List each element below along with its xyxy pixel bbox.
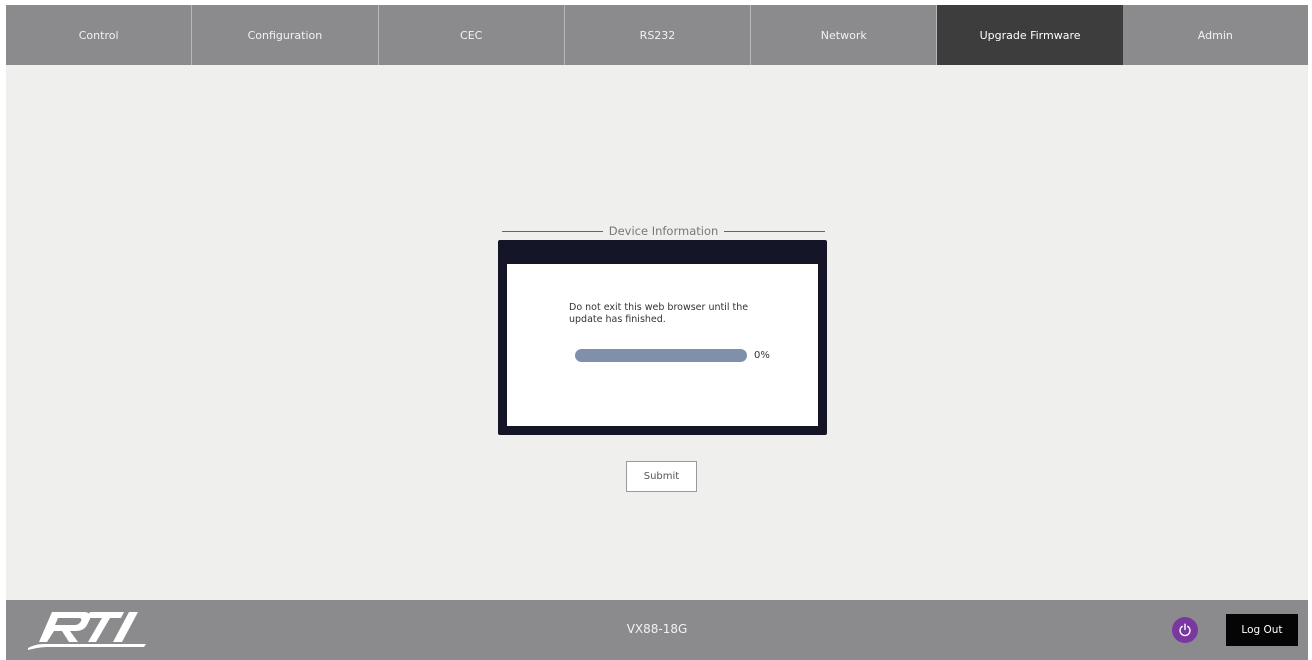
tab-admin[interactable]: Admin — [1123, 5, 1308, 65]
update-dialog-body: Do not exit this web browser until the u… — [507, 264, 818, 426]
section-title: Device Information — [608, 224, 719, 238]
power-button[interactable] — [1172, 617, 1198, 643]
logout-button[interactable]: Log Out — [1226, 614, 1298, 646]
tab-rs232[interactable]: RS232 — [565, 5, 752, 65]
update-dialog: Do not exit this web browser until the u… — [498, 240, 827, 435]
legend-divider-left — [502, 230, 603, 232]
power-icon — [1179, 623, 1191, 637]
tab-cec[interactable]: CEC — [379, 5, 565, 65]
device-model: VX88-18G — [626, 622, 688, 636]
footer-bar: VX88-18G Log Out — [6, 600, 1308, 660]
submit-button[interactable]: Submit — [626, 461, 697, 492]
tab-configuration[interactable]: Configuration — [192, 5, 379, 65]
tab-control[interactable]: Control — [6, 5, 193, 65]
top-navigation: Control Configuration CEC RS232 Network … — [6, 5, 1308, 65]
section-legend: Device Information — [498, 221, 829, 241]
device-information-section: Device Information Do not exit this web … — [498, 221, 829, 435]
app-window: Control Configuration CEC RS232 Network … — [6, 5, 1308, 660]
upgrade-progress-bar — [575, 349, 747, 362]
update-warning-message: Do not exit this web browser until the u… — [569, 302, 749, 325]
tab-network[interactable]: Network — [751, 5, 938, 65]
legend-divider-right — [724, 230, 825, 232]
tab-upgrade-firmware[interactable]: Upgrade Firmware — [937, 5, 1123, 65]
upgrade-progress-percent: 0% — [754, 350, 770, 361]
